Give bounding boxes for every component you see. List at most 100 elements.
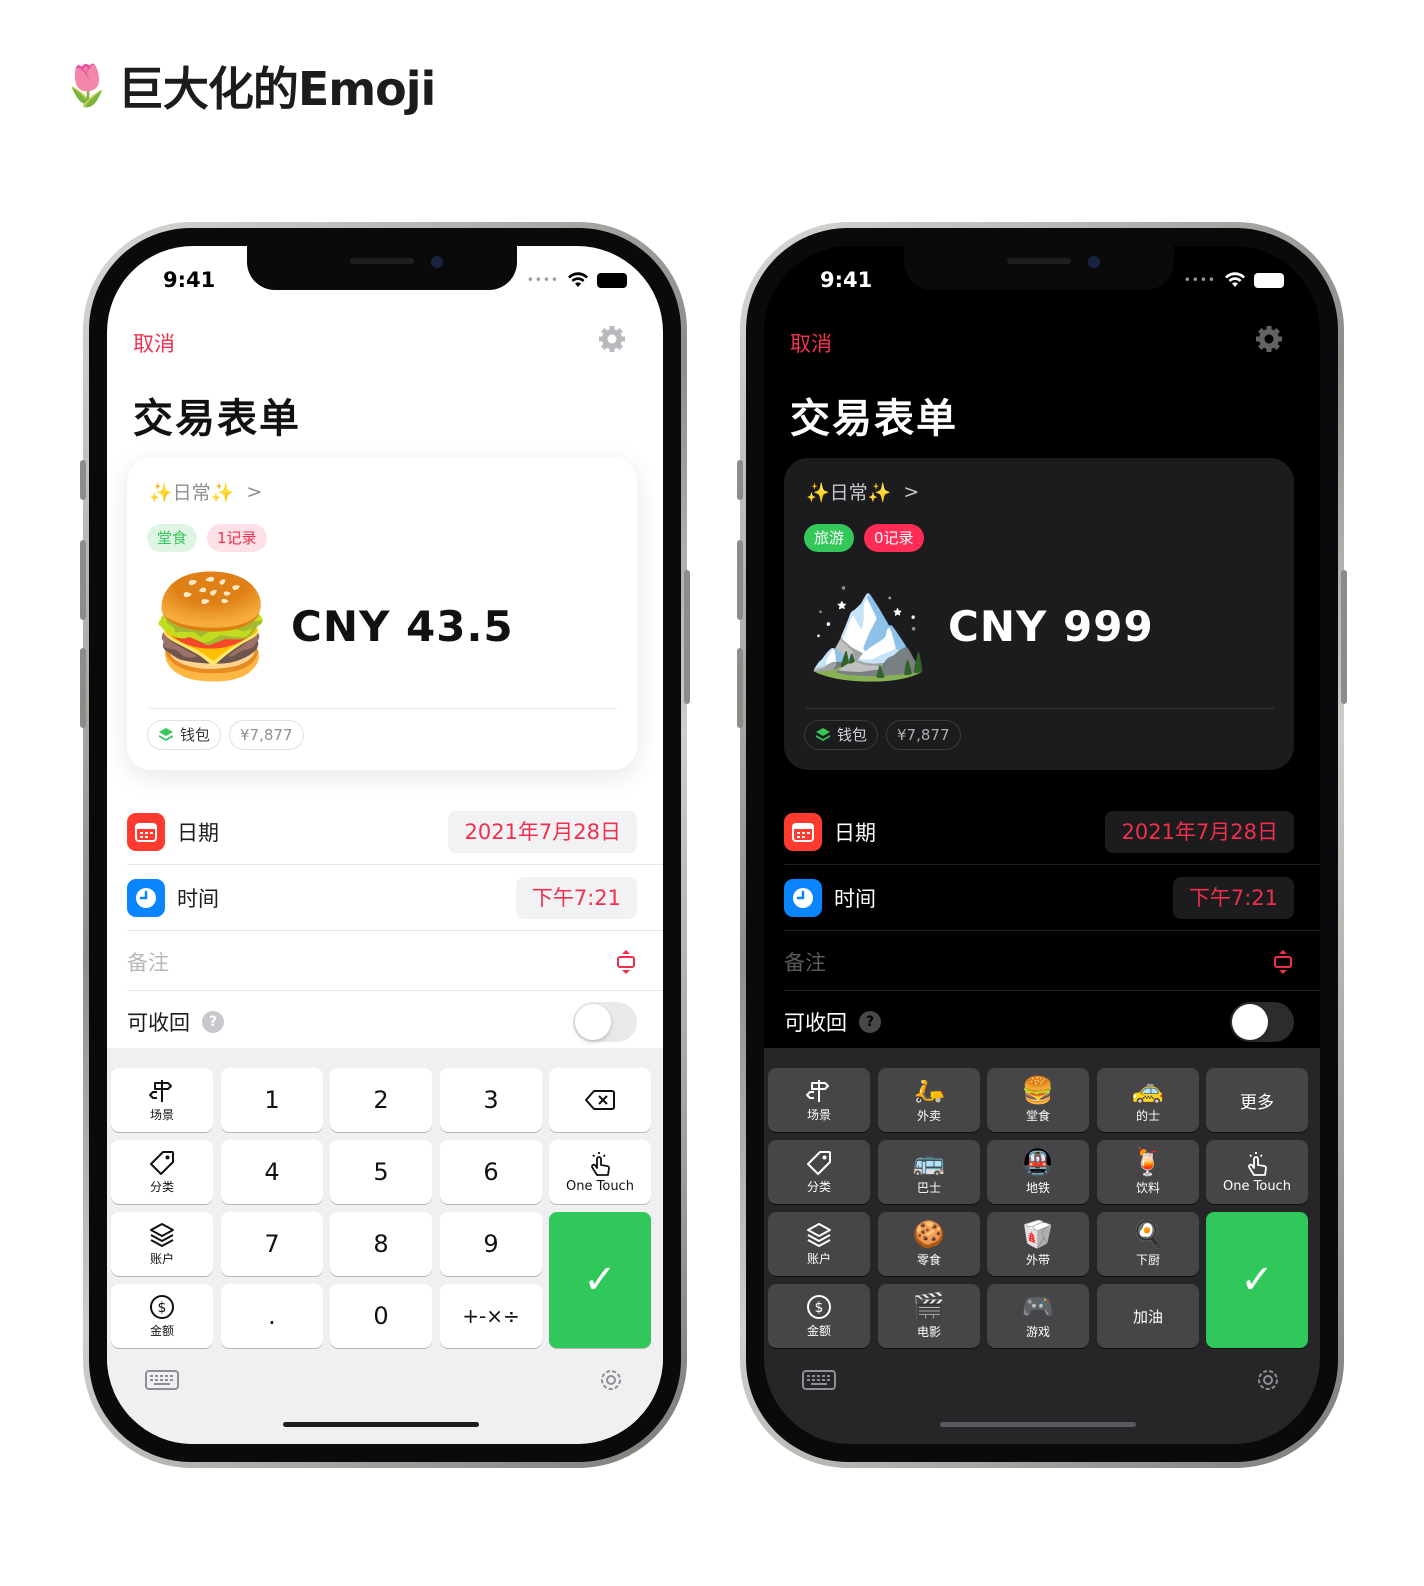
key-8[interactable]: 8 <box>330 1212 432 1276</box>
phone-dark: 9:41 •••• 取消 交易表单 ✨日常✨ > 旅游 0记录 🏔️ CNY 9… <box>737 222 1347 1468</box>
takeout-key[interactable]: 🛵 外卖 <box>878 1068 980 1132</box>
keyboard-icon[interactable] <box>802 1368 836 1392</box>
backspace-key[interactable] <box>549 1068 651 1132</box>
key-6[interactable]: 6 <box>440 1140 542 1204</box>
stack-icon <box>159 728 173 741</box>
confirm-key[interactable]: ✓ <box>549 1212 651 1348</box>
key-1[interactable]: 1 <box>221 1068 323 1132</box>
refundable-toggle[interactable] <box>573 1002 637 1042</box>
subway-key[interactable]: 🚇 地铁 <box>987 1140 1089 1204</box>
keypad: 场景 1 2 3 分类 4 5 6 One Touch 账户 7 8 9 ✓ $… <box>107 1048 663 1444</box>
cancel-button[interactable]: 取消 <box>790 328 832 358</box>
record-count-chip[interactable]: 0记录 <box>864 524 924 552</box>
account-key[interactable]: 账户 <box>111 1212 213 1276</box>
taxi-key[interactable]: 🚕 的士 <box>1097 1068 1199 1132</box>
note-input[interactable]: 备注 <box>127 947 615 977</box>
scene-key[interactable]: 场景 <box>768 1068 870 1132</box>
page-title-text: 巨大化的Emoji <box>117 62 436 116</box>
category-key[interactable]: 分类 <box>111 1140 213 1204</box>
record-count-chip[interactable]: 1记录 <box>207 524 267 552</box>
scene-chip[interactable]: 旅游 <box>804 524 855 552</box>
card-tag[interactable]: ✨日常✨ > <box>806 478 919 505</box>
dine-in-key[interactable]: 🍔 堂食 <box>987 1068 1089 1132</box>
wallet-pill[interactable]: 钱包 <box>147 720 222 750</box>
battery-icon <box>1254 272 1284 288</box>
date-row[interactable]: 日期 2021年7月28日 <box>784 800 1294 864</box>
volume-down-button <box>737 648 743 728</box>
one-touch-key[interactable]: One Touch <box>1206 1140 1308 1204</box>
date-label: 日期 <box>177 821 219 845</box>
takeaway-key[interactable]: 🥡 外带 <box>987 1212 1089 1276</box>
confirm-key[interactable]: ✓ <box>1206 1212 1308 1348</box>
settings-gear-icon[interactable] <box>1254 324 1284 354</box>
card-tag[interactable]: ✨日常✨ > <box>149 478 262 505</box>
key-7[interactable]: 7 <box>221 1212 323 1276</box>
wifi-icon <box>568 272 588 287</box>
key-0[interactable]: 0 <box>330 1284 432 1348</box>
key-3[interactable]: 3 <box>440 1068 542 1132</box>
layers-icon <box>150 1222 174 1247</box>
time-row[interactable]: 时间 下午7:21 <box>127 866 637 930</box>
snack-key[interactable]: 🍪 零食 <box>878 1212 980 1276</box>
date-row[interactable]: 日期 2021年7月28日 <box>127 800 637 864</box>
key-2[interactable]: 2 <box>330 1068 432 1132</box>
home-indicator[interactable] <box>940 1422 1136 1427</box>
settings-gear-icon[interactable] <box>597 324 627 354</box>
operators-key[interactable]: +-×÷ <box>440 1284 542 1348</box>
divider <box>784 864 1320 865</box>
keyboard-settings-icon[interactable] <box>597 1366 625 1394</box>
bus-key[interactable]: 🚌 巴士 <box>878 1140 980 1204</box>
cook-key[interactable]: 🍳 下厨 <box>1097 1212 1199 1276</box>
chevron-right-icon: > <box>903 480 920 503</box>
cancel-button[interactable]: 取消 <box>133 328 175 358</box>
drink-key[interactable]: 🍹 饮料 <box>1097 1140 1199 1204</box>
form-title: 交易表单 <box>133 396 301 442</box>
amount-key[interactable]: $ 金额 <box>768 1284 870 1348</box>
game-key[interactable]: 🎮 游戏 <box>987 1284 1089 1348</box>
volume-up-button <box>80 540 86 620</box>
transaction-card[interactable]: ✨日常✨ > 旅游 0记录 🏔️ CNY 999 钱包 ¥7,877 <box>784 458 1294 770</box>
note-row[interactable]: 备注 <box>784 930 1294 994</box>
keyboard-settings-icon[interactable] <box>1254 1366 1282 1394</box>
time-value[interactable]: 下午7:21 <box>515 877 637 919</box>
wallet-label: 钱包 <box>837 726 868 744</box>
refundable-toggle[interactable] <box>1230 1002 1294 1042</box>
date-value[interactable]: 2021年7月28日 <box>448 811 637 853</box>
key-dot[interactable]: . <box>221 1284 323 1348</box>
time-value[interactable]: 下午7:21 <box>1172 877 1294 919</box>
expand-icon[interactable] <box>615 949 637 975</box>
card-divider <box>806 708 1274 709</box>
time-row[interactable]: 时间 下午7:21 <box>784 866 1294 930</box>
transaction-card[interactable]: ✨日常✨ > 堂食 1记录 🍔 CNY 43.5 钱包 ¥7,877 <box>127 458 637 770</box>
key-4[interactable]: 4 <box>221 1140 323 1204</box>
card-tag-label: ✨日常✨ <box>806 482 892 504</box>
refundable-label: 可收回 <box>784 1011 847 1035</box>
note-row[interactable]: 备注 <box>127 930 637 994</box>
form-title: 交易表单 <box>790 396 958 442</box>
status-icons: •••• <box>527 272 627 288</box>
key-9[interactable]: 9 <box>440 1212 542 1276</box>
home-indicator[interactable] <box>283 1422 479 1427</box>
scene-chip[interactable]: 堂食 <box>147 524 198 552</box>
battery-icon <box>597 272 627 288</box>
account-key[interactable]: 账户 <box>768 1212 870 1276</box>
scene-key[interactable]: 场景 <box>111 1068 213 1132</box>
amount-display: CNY 43.5 <box>291 602 514 651</box>
date-value[interactable]: 2021年7月28日 <box>1105 811 1294 853</box>
expand-icon[interactable] <box>1272 949 1294 975</box>
amount-key[interactable]: $ 金额 <box>111 1284 213 1348</box>
one-touch-key[interactable]: One Touch <box>549 1140 651 1204</box>
fuel-key[interactable]: 加油 <box>1097 1284 1199 1348</box>
cookie-icon: 🍪 <box>912 1219 946 1250</box>
category-key[interactable]: 分类 <box>768 1140 870 1204</box>
help-icon[interactable]: ? <box>202 1011 224 1033</box>
more-key[interactable]: 更多 <box>1206 1068 1308 1132</box>
keyboard-icon[interactable] <box>145 1368 179 1392</box>
movie-key[interactable]: 🎬 电影 <box>878 1284 980 1348</box>
wallet-pill[interactable]: 钱包 <box>804 720 879 750</box>
help-icon[interactable]: ? <box>859 1011 881 1033</box>
signpost-icon <box>806 1079 829 1102</box>
clock-icon <box>127 879 165 917</box>
note-input[interactable]: 备注 <box>784 947 1272 977</box>
key-5[interactable]: 5 <box>330 1140 432 1204</box>
